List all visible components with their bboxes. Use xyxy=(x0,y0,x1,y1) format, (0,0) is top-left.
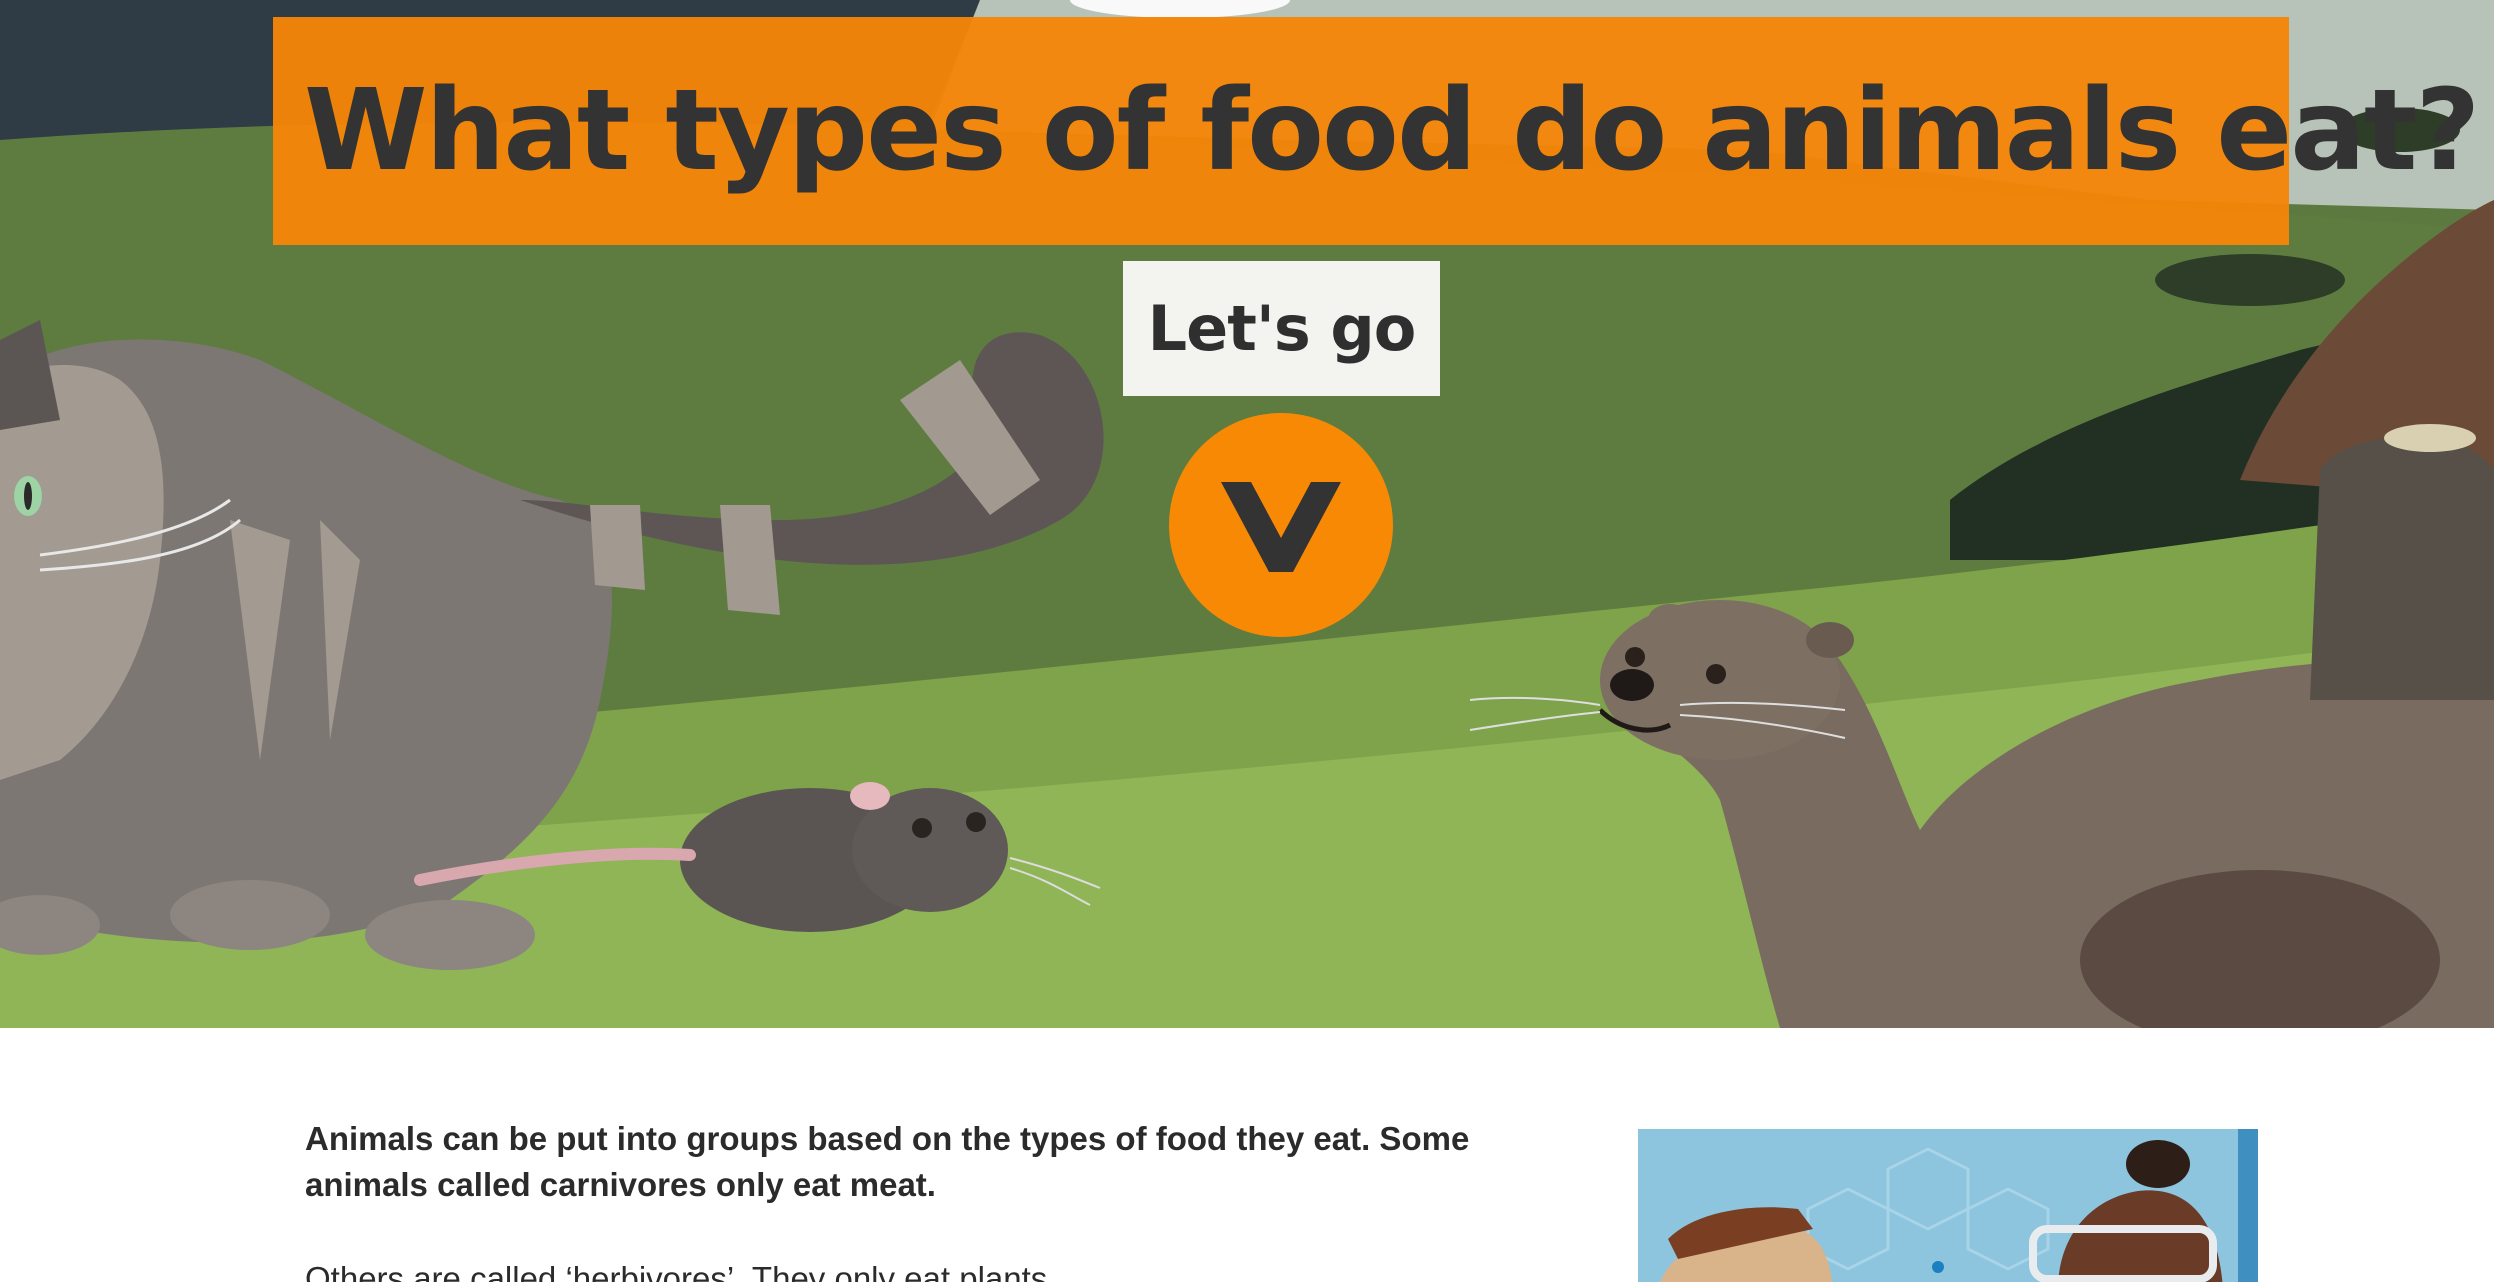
page: What types of food do animals eat? Let's… xyxy=(0,0,2494,1282)
lets-go-button[interactable]: Let's go xyxy=(1123,261,1440,396)
title-banner: What types of food do animals eat? xyxy=(273,17,2480,245)
intro-paragraph-bold: Animals can be put into groups based on … xyxy=(305,1120,1470,1203)
hero-section: What types of food do animals eat? Let's… xyxy=(0,0,2494,1028)
chevron-down-icon xyxy=(1221,482,1341,572)
page-title: What types of food do animals eat? xyxy=(304,66,2480,196)
video-thumbnail[interactable] xyxy=(1638,1129,2258,1282)
scroll-down-button[interactable] xyxy=(1169,413,1393,637)
thumbnail-illustration xyxy=(1638,1129,2258,1282)
intro-paragraph: Others are called ‘herbivores’. They onl… xyxy=(305,1260,1057,1282)
article-content: Animals can be put into groups based on … xyxy=(0,1028,2494,1282)
